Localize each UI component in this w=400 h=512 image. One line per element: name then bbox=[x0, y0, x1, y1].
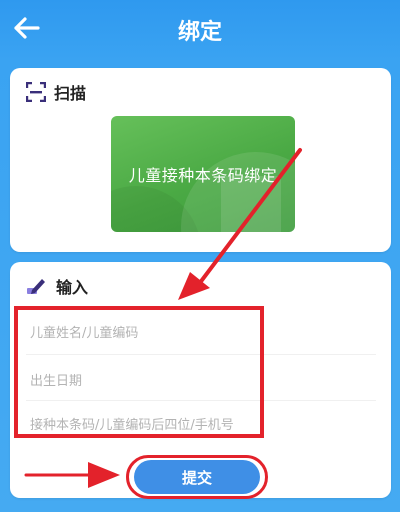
scan-section-label: 扫描 bbox=[54, 84, 87, 103]
child-name-input[interactable] bbox=[30, 318, 370, 348]
vaccine-code-input[interactable] bbox=[30, 410, 370, 440]
submit-button[interactable]: 提交 bbox=[134, 460, 260, 494]
scan-section-header: 扫描 bbox=[26, 80, 86, 104]
field-divider bbox=[26, 400, 376, 401]
pencil-icon bbox=[27, 279, 45, 294]
app-screen: 绑定 扫描 儿童接种本条码绑定 输入 儿童姓名/儿童编码 出生日期 接种本条码/… bbox=[0, 0, 400, 512]
submit-button-label: 提交 bbox=[181, 468, 212, 487]
barcode-bind-button[interactable]: 儿童接种本条码绑定 bbox=[111, 116, 295, 232]
barcode-bind-label: 儿童接种本条码绑定 bbox=[128, 166, 278, 185]
input-section-label: 输入 bbox=[56, 278, 89, 297]
header-bar: 绑定 bbox=[0, 0, 400, 60]
scan-card: 扫描 儿童接种本条码绑定 bbox=[10, 68, 391, 252]
page-title: 绑定 bbox=[177, 20, 222, 45]
input-section-header: 输入 bbox=[26, 274, 88, 298]
field-divider bbox=[26, 354, 376, 355]
scan-frame-icon bbox=[26, 82, 46, 102]
birth-date-input[interactable] bbox=[30, 366, 370, 396]
